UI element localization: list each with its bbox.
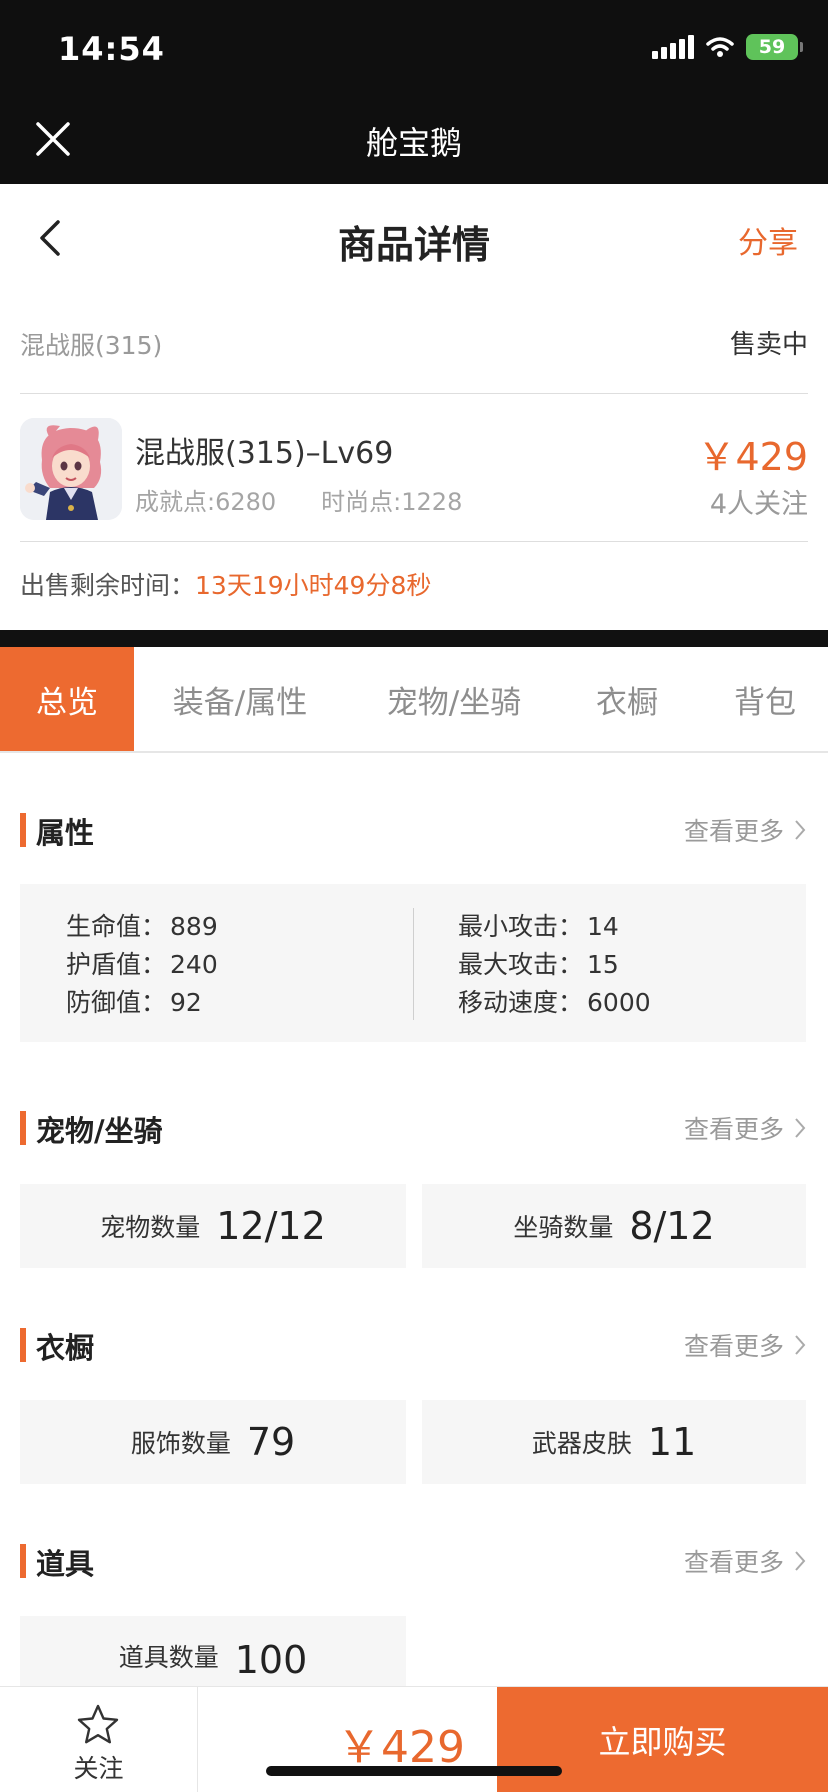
status-time: 14:54 — [58, 30, 165, 68]
attr-label: 防御值： — [66, 988, 167, 1017]
chevron-right-icon — [795, 820, 806, 840]
attr-row-defense: 防御值： 92 — [66, 984, 218, 1022]
stat-value: 12/12 — [216, 1204, 326, 1248]
product-price: ￥429 — [697, 435, 808, 479]
battery-icon: 59 — [746, 34, 803, 60]
view-more-label: 查看更多 — [683, 1332, 784, 1361]
item-count-card[interactable]: 道具数量 100 — [20, 1616, 406, 1686]
tab-pets[interactable]: 宠物/坐骑 — [362, 647, 546, 751]
attr-row-min-attack: 最小攻击： 14 — [458, 908, 651, 946]
stat-label: 道具数量 — [118, 1643, 219, 1672]
attr-row-max-attack: 最大攻击： 15 — [458, 946, 651, 984]
follow-button[interactable]: 关注 — [0, 1687, 198, 1792]
attr-label: 移动速度： — [458, 988, 584, 1017]
mount-count-card[interactable]: 坐骑数量 8/12 — [422, 1184, 806, 1268]
section-marker — [20, 1111, 26, 1145]
attr-value: 889 — [170, 912, 218, 941]
character-avatar — [20, 418, 122, 520]
server-name: 混战服(315) — [20, 331, 163, 360]
signal-icon — [652, 35, 694, 59]
app-title: 舱宝鹅 — [365, 124, 462, 162]
attr-separator — [413, 908, 414, 1020]
share-button[interactable]: 分享 — [738, 218, 798, 262]
achievement-points: 成就点:6280 — [135, 488, 277, 516]
attr-row-speed: 移动速度： 6000 — [458, 984, 651, 1022]
section-marker — [20, 1544, 26, 1578]
chevron-right-icon — [795, 1118, 806, 1138]
weapon-skin-card[interactable]: 武器皮肤 11 — [422, 1400, 806, 1484]
section-attributes-header: 属性 查看更多 — [20, 810, 806, 850]
timer-label: 出售剩余时间： — [20, 571, 196, 600]
attr-row-shield: 护盾值： 240 — [66, 946, 218, 984]
server-row: 混战服(315) 售卖中 — [20, 310, 808, 394]
app-bar: 舱宝鹅 — [0, 96, 828, 184]
tab-bag[interactable]: 背包 — [710, 647, 820, 751]
stat-value: 11 — [647, 1420, 697, 1464]
view-more-attributes[interactable]: 查看更多 — [684, 812, 806, 848]
stat-value: 79 — [246, 1420, 296, 1464]
outfit-count-card[interactable]: 服饰数量 79 — [20, 1400, 406, 1484]
view-more-items[interactable]: 查看更多 — [684, 1543, 806, 1579]
attr-value: 14 — [587, 912, 619, 941]
pet-count-card[interactable]: 宠物数量 12/12 — [20, 1184, 406, 1268]
stat-label: 坐骑数量 — [513, 1213, 614, 1242]
sale-timer: 出售剩余时间：13天19小时49分8秒 — [20, 566, 808, 602]
stat-label: 宠物数量 — [100, 1213, 201, 1242]
section-wardrobe-header: 衣橱 查看更多 — [20, 1325, 806, 1365]
timer-value: 13天19小时49分8秒 — [195, 571, 432, 600]
attributes-left: 生命值： 889 护盾值： 240 防御值： 92 — [66, 908, 218, 1022]
view-more-pets[interactable]: 查看更多 — [684, 1110, 806, 1146]
stat-value: 100 — [234, 1638, 308, 1682]
follow-label: 关注 — [73, 1754, 124, 1783]
status-bar: 14:54 59 — [0, 0, 828, 96]
attr-label: 生命值： — [66, 912, 167, 941]
section-title: 宠物/坐骑 — [36, 1114, 163, 1148]
chevron-right-icon — [795, 1551, 806, 1571]
status-icons: 59 — [652, 34, 803, 60]
page-title: 商品详情 — [337, 223, 490, 267]
stat-value: 8/12 — [629, 1204, 715, 1248]
attributes-right: 最小攻击： 14 最大攻击： 15 移动速度： 6000 — [458, 908, 651, 1022]
attr-label: 最小攻击： — [458, 912, 584, 941]
product-stats: 成就点:6280 时尚点:1228 — [135, 482, 462, 517]
section-pets-header: 宠物/坐骑 查看更多 — [20, 1108, 806, 1148]
navigation-bar: 商品详情 分享 — [0, 184, 828, 292]
attr-row-hp: 生命值： 889 — [66, 908, 218, 946]
view-more-label: 查看更多 — [683, 1115, 784, 1144]
sale-status: 售卖中 — [729, 330, 808, 360]
product-summary[interactable]: 混战服(315)–Lv69 成就点:6280 时尚点:1228 ￥429 4人关… — [20, 396, 808, 542]
stat-label: 服饰数量 — [130, 1429, 231, 1458]
section-marker — [20, 813, 26, 847]
divider — [0, 630, 828, 647]
section-items-header: 道具 查看更多 — [20, 1541, 806, 1581]
view-more-label: 查看更多 — [683, 817, 784, 846]
wifi-icon — [706, 37, 734, 57]
attr-label: 护盾值： — [66, 950, 167, 979]
section-title: 属性 — [36, 816, 95, 850]
attr-label: 最大攻击： — [458, 950, 584, 979]
bottom-action-bar: 关注 ￥429 立即购买 — [0, 1686, 828, 1792]
attr-value: 240 — [170, 950, 218, 979]
section-title: 衣橱 — [36, 1331, 95, 1365]
tab-equipment[interactable]: 装备/属性 — [150, 647, 330, 751]
attr-value: 6000 — [587, 988, 651, 1017]
section-marker — [20, 1328, 26, 1362]
attributes-panel: 生命值： 889 护盾值： 240 防御值： 92 最小攻击： 14 最大攻击： 15 移… — [20, 884, 806, 1042]
attr-value: 15 — [587, 950, 619, 979]
view-more-label: 查看更多 — [683, 1548, 784, 1577]
tab-bar: 总览 装备/属性 宠物/坐骑 衣橱 背包 — [0, 647, 828, 753]
tab-overview[interactable]: 总览 — [0, 647, 134, 751]
attr-value: 92 — [170, 988, 202, 1017]
tab-wardrobe[interactable]: 衣橱 — [572, 647, 682, 751]
product-name: 混战服(315)–Lv69 — [135, 436, 394, 471]
buy-now-button[interactable]: 立即购买 — [497, 1687, 828, 1792]
follower-count: 4人关注 — [709, 489, 808, 520]
stat-label: 武器皮肤 — [531, 1429, 632, 1458]
home-indicator — [266, 1766, 562, 1776]
star-icon — [77, 1704, 119, 1744]
section-title: 道具 — [36, 1547, 95, 1581]
chevron-right-icon — [795, 1335, 806, 1355]
view-more-wardrobe[interactable]: 查看更多 — [684, 1327, 806, 1363]
fashion-points: 时尚点:1228 — [321, 488, 463, 516]
